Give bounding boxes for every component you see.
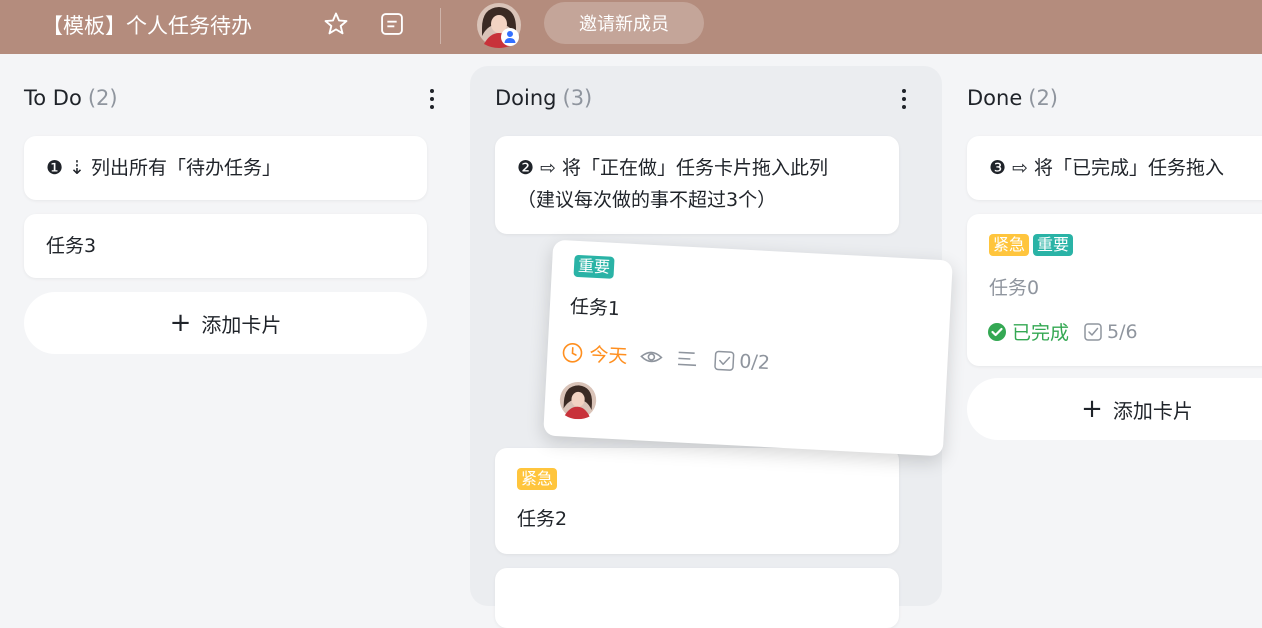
checklist-count: 5/6 xyxy=(1107,320,1138,343)
star-icon xyxy=(324,12,348,35)
column-todo: To Do (2) ❶ ⇣ 列出所有「待办任务」 任务3 + 添加卡片 xyxy=(0,66,472,606)
check-circle-icon xyxy=(988,322,1006,341)
more-dot-icon xyxy=(902,97,906,101)
task-card[interactable]: ❶ ⇣ 列出所有「待办任务」 xyxy=(24,136,427,200)
checklist-icon xyxy=(1084,322,1102,341)
eye-icon xyxy=(640,351,663,362)
column-count: (3) xyxy=(562,86,593,110)
column-more-button[interactable] xyxy=(896,84,912,114)
plus-icon: + xyxy=(1081,394,1103,424)
more-dot-icon xyxy=(430,89,434,93)
board-menu-icon xyxy=(381,13,403,35)
completed-status: 已完成 xyxy=(1012,322,1070,344)
more-dot-icon xyxy=(902,89,906,93)
card-title: 任务1 xyxy=(569,295,621,321)
task-card[interactable]: 任务3 xyxy=(24,214,427,278)
card-prefix: ❸ ⇨ xyxy=(989,157,1028,179)
dragging-task-card[interactable]: 重要 任务1 今天 0/2 xyxy=(543,239,953,457)
task-card[interactable]: 紧急 重要 任务0 已完成 5/6 xyxy=(967,214,1262,366)
avatar-image xyxy=(559,382,597,420)
column-count: (2) xyxy=(1028,86,1058,110)
due-date: 今天 xyxy=(588,343,628,368)
tag-important: 重要 xyxy=(1033,234,1074,256)
column-done: Done (2) ❸ ⇨ 将「已完成」任务拖入 紧急 重要 任务0 已完成 5/6 … xyxy=(942,66,1262,606)
card-title: 将「已完成」任务拖入 xyxy=(1034,157,1225,179)
card-title: 将「正在做」任务卡片拖入此列 xyxy=(562,157,829,179)
tag-urgent: 紧急 xyxy=(517,468,558,490)
board-menu-button[interactable] xyxy=(376,8,408,40)
task-card[interactable] xyxy=(495,568,899,628)
task-card[interactable]: 紧急 任务2 xyxy=(495,448,899,554)
card-subtitle: （建议每次做的事不超过3个） xyxy=(517,189,777,211)
member-avatar[interactable] xyxy=(476,2,522,48)
more-dot-icon xyxy=(430,97,434,101)
star-button[interactable] xyxy=(320,8,352,40)
checklist-icon xyxy=(714,350,735,371)
card-title: 任务3 xyxy=(46,235,97,257)
column-header: To Do (2) xyxy=(24,86,118,110)
clock-icon xyxy=(562,342,583,363)
column-title: Done xyxy=(967,86,1023,110)
plus-icon: + xyxy=(169,308,192,338)
more-dot-icon xyxy=(902,105,906,109)
header-divider xyxy=(440,8,441,44)
add-card-label: 添加卡片 xyxy=(1112,398,1193,423)
card-title: 任务2 xyxy=(517,508,568,530)
invite-member-button[interactable]: 邀请新成员 xyxy=(544,2,704,44)
column-header: Doing (3) xyxy=(495,86,592,110)
column-title: To Do xyxy=(24,86,82,110)
card-prefix: ❶ ⇣ xyxy=(46,157,85,179)
column-count: (2) xyxy=(87,86,118,110)
assignee-avatar[interactable] xyxy=(558,380,598,420)
tag-urgent: 紧急 xyxy=(989,234,1030,256)
add-card-label: 添加卡片 xyxy=(201,312,282,337)
add-card-button[interactable]: + 添加卡片 xyxy=(967,378,1262,440)
column-header: Done (2) xyxy=(967,86,1058,110)
task-card[interactable]: ❸ ⇨ 将「已完成」任务拖入 xyxy=(967,136,1262,200)
tag-important: 重要 xyxy=(573,254,615,279)
card-prefix: ❷ ⇨ xyxy=(517,157,556,179)
add-card-button[interactable]: + 添加卡片 xyxy=(24,292,427,354)
more-dot-icon xyxy=(430,105,434,109)
column-title: Doing xyxy=(495,86,557,110)
task-card[interactable]: ❷ ⇨ 将「正在做」任务卡片拖入此列 （建议每次做的事不超过3个） xyxy=(495,136,899,234)
card-title: 任务0 xyxy=(989,277,1040,299)
card-title: 列出所有「待办任务」 xyxy=(91,157,282,179)
avatar-image xyxy=(477,3,521,48)
column-more-button[interactable] xyxy=(424,84,440,114)
checklist-count: 0/2 xyxy=(738,350,771,374)
description-icon xyxy=(678,351,697,366)
board-title[interactable]: 【模板】个人任务待办 xyxy=(42,10,252,40)
board-header: 【模板】个人任务待办 邀请新成员 xyxy=(0,0,1262,54)
